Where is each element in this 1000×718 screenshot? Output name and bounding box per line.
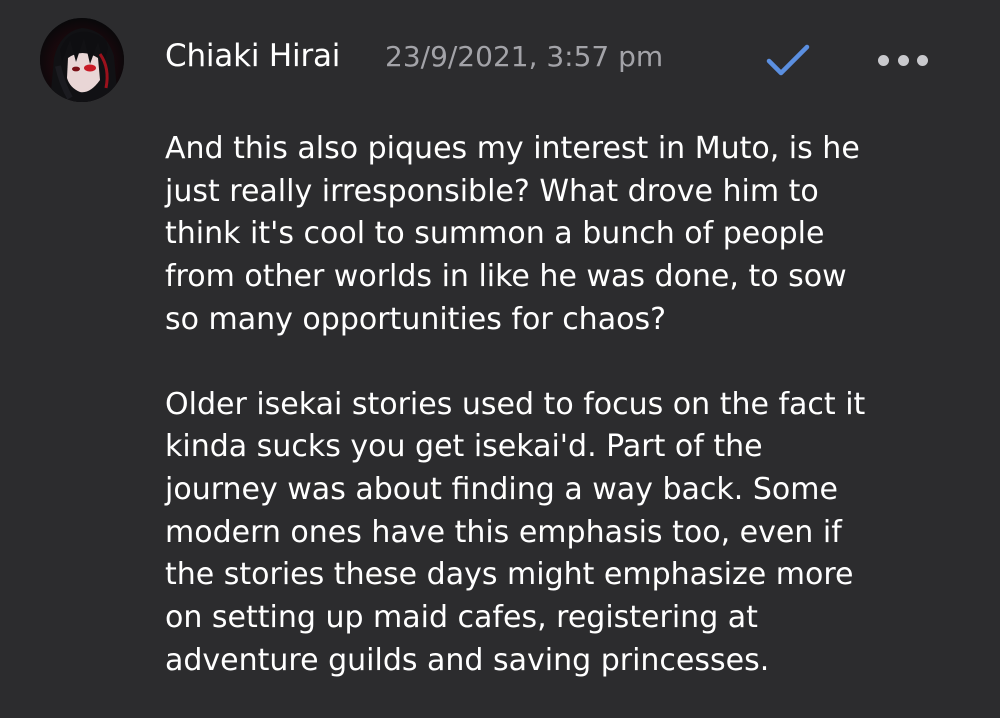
text-line: journey was about finding a way back. So… (165, 471, 838, 507)
text-line: Older isekai stories used to focus on th… (165, 386, 866, 422)
more-horizontal-icon[interactable] (878, 40, 928, 80)
message-post: Chiaki Hirai 23/9/2021, 3:57 pm And this… (0, 0, 1000, 718)
text-line: so many opportunities for chaos? (165, 301, 666, 337)
text-line: adventure guilds and saving princesses. (165, 642, 770, 678)
more-dot (897, 54, 909, 66)
text-line: think it's cool to summon a bunch of peo… (165, 216, 825, 252)
avatar-image (40, 18, 124, 102)
text-line: on setting up maid cafes, registering at (165, 600, 758, 636)
avatar[interactable] (40, 18, 124, 102)
checkmark-icon[interactable] (762, 40, 814, 80)
text-line: kinda sucks you get isekai'd. Part of th… (165, 429, 763, 465)
more-dot (917, 54, 928, 66)
message-paragraph: Older isekai stories used to focus on th… (165, 384, 965, 683)
text-line: from other worlds in like he was done, t… (165, 259, 847, 295)
text-line: modern ones have this emphasis too, even… (165, 514, 842, 550)
text-line: And this also piques my interest in Muto… (165, 131, 860, 166)
post-timestamp: 23/9/2021, 3:57 pm (385, 40, 664, 73)
text-line: just really irresponsible? What drove hi… (165, 173, 819, 209)
more-dot (878, 54, 889, 66)
message-paragraph: And this also piques my interest in Muto… (165, 128, 965, 342)
text-line: the stories these days might emphasize m… (165, 557, 854, 593)
message-body: And this also piques my interest in Muto… (165, 128, 965, 718)
author-name[interactable]: Chiaki Hirai (165, 38, 340, 74)
